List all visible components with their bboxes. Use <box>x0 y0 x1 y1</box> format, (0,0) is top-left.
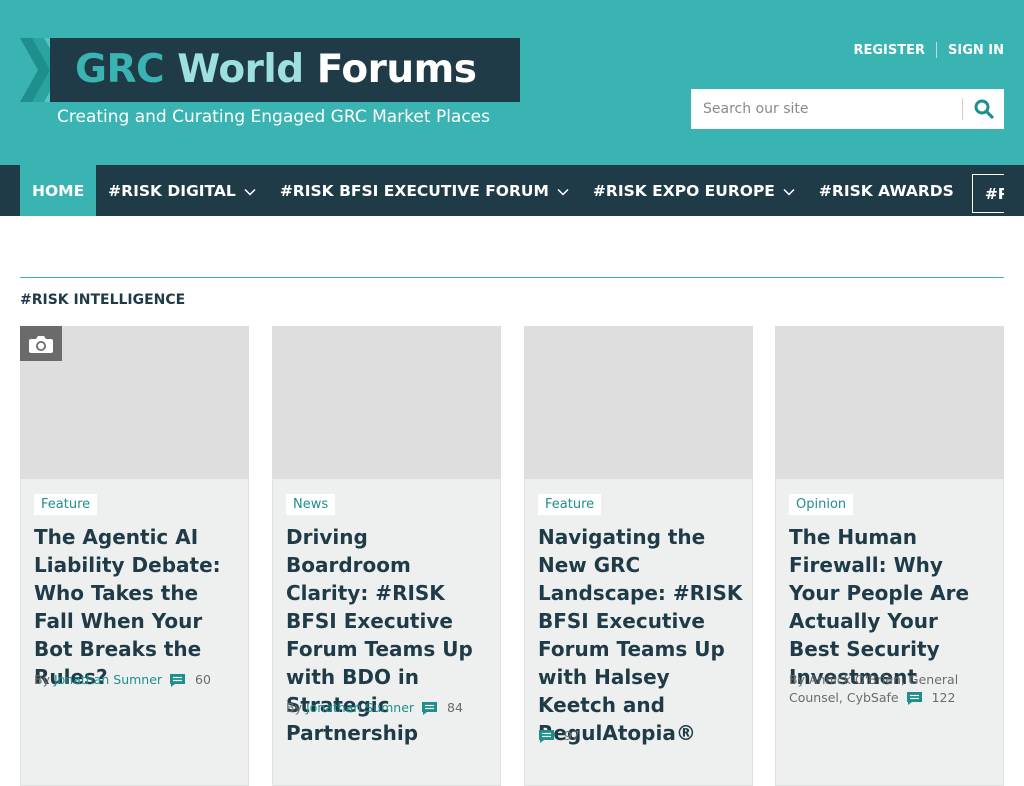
article-image[interactable] <box>20 326 249 479</box>
nav-item-label: #RISK BFSI EXECUTIVE FORUM <box>279 181 549 200</box>
article-tag[interactable]: Feature <box>538 494 602 515</box>
article-meta: 97 <box>538 727 743 745</box>
section-title[interactable]: #RISK INTELLIGENCE <box>20 292 185 308</box>
article-image[interactable] <box>524 326 753 479</box>
comment-icon <box>422 702 438 715</box>
search-button[interactable] <box>963 89 1004 129</box>
article-card[interactable]: Feature The Agentic AI Liability Debate:… <box>20 326 249 786</box>
section-divider <box>20 277 1004 278</box>
site-logo[interactable]: GRC World Forums <box>20 38 520 102</box>
comment-icon <box>170 674 186 687</box>
nav-item-risk-awards[interactable]: #RISK AWARDS <box>807 165 966 216</box>
comment-count[interactable]: 60 <box>195 672 211 687</box>
logo-wordmark: GRC World Forums <box>75 44 477 96</box>
main-nav: HOME #RISK DIGITAL #RISK BFSI EXECUTIVE … <box>0 165 1024 216</box>
chevron-down-icon <box>557 188 569 196</box>
search-icon <box>974 99 994 119</box>
chevron-down-icon <box>244 188 256 196</box>
nav-item-home[interactable]: HOME <box>20 165 97 216</box>
comment-icon <box>906 692 922 705</box>
article-image[interactable] <box>272 326 501 479</box>
main-nav-items: HOME #RISK DIGITAL #RISK BFSI EXECUTIVE … <box>20 165 1004 216</box>
article-card[interactable]: News Driving Boardroom Clarity: #RISK BF… <box>272 326 501 786</box>
register-link[interactable]: REGISTER <box>853 43 925 58</box>
article-image[interactable] <box>775 326 1004 479</box>
article-tag[interactable]: Opinion <box>789 494 854 515</box>
nav-item-risk-expo-europe[interactable]: #RISK EXPO EUROPE <box>581 165 807 216</box>
site-header: GRC World Forums Creating and Curating E… <box>0 0 1024 165</box>
nav-item-label: #RISK AWARDS <box>818 181 954 200</box>
search-input[interactable] <box>691 89 963 129</box>
nav-item-risk-bfsi-executive-forum[interactable]: #RISK BFSI EXECUTIVE FORUM <box>268 165 581 216</box>
article-card[interactable]: Feature Navigating the New GRC Landscape… <box>524 326 753 786</box>
nav-item-risk-expo-t[interactable]: #RISK EXPO T <box>971 174 1004 213</box>
article-meta: By Jonathan Sumner 84 <box>286 699 491 717</box>
comment-count[interactable]: 122 <box>932 690 956 705</box>
byline-prefix: By <box>34 672 50 687</box>
nav-item-label: #RISK DIGITAL <box>108 181 236 200</box>
account-divider <box>936 42 937 58</box>
account-links: REGISTER SIGN IN <box>853 42 1004 58</box>
logo-word-world: World <box>177 47 304 92</box>
article-title[interactable]: The Human Firewall: Why Your People Are … <box>789 523 994 691</box>
article-meta: By Jonathan Sumner 60 <box>34 671 239 689</box>
nav-item-label: #RISK EXPO T <box>984 184 1004 203</box>
comment-icon <box>539 730 554 743</box>
article-tag[interactable]: News <box>286 494 336 515</box>
logo-word-forums: Forums <box>316 47 477 92</box>
byline-prefix: By <box>286 700 302 715</box>
article-title[interactable]: The Agentic AI Liability Debate: Who Tak… <box>34 523 239 691</box>
article-author[interactable]: Jonathan Sumner <box>306 700 414 715</box>
nav-item-label: HOME <box>32 181 85 200</box>
site-tagline: Creating and Curating Engaged GRC Market… <box>57 107 490 127</box>
article-card[interactable]: Opinion The Human Firewall: Why Your Peo… <box>775 326 1004 786</box>
logo-word-grc: GRC <box>75 47 165 92</box>
article-author[interactable]: Jonathan Sumner <box>54 672 162 687</box>
chevron-down-icon <box>783 188 795 196</box>
nav-item-risk-digital[interactable]: #RISK DIGITAL <box>96 165 268 216</box>
nav-item-label: #RISK EXPO EUROPE <box>592 181 775 200</box>
site-search <box>691 89 1004 129</box>
article-meta: By Annick O'Brien, General Counsel, CybS… <box>789 671 994 707</box>
comment-count[interactable]: 97 <box>564 728 580 743</box>
sign-in-link[interactable]: SIGN IN <box>948 43 1004 58</box>
article-title[interactable]: Navigating the New GRC Landscape: #RISK … <box>538 523 743 747</box>
camera-icon <box>20 326 62 361</box>
article-tag[interactable]: Feature <box>34 494 98 515</box>
comment-count[interactable]: 84 <box>447 700 463 715</box>
